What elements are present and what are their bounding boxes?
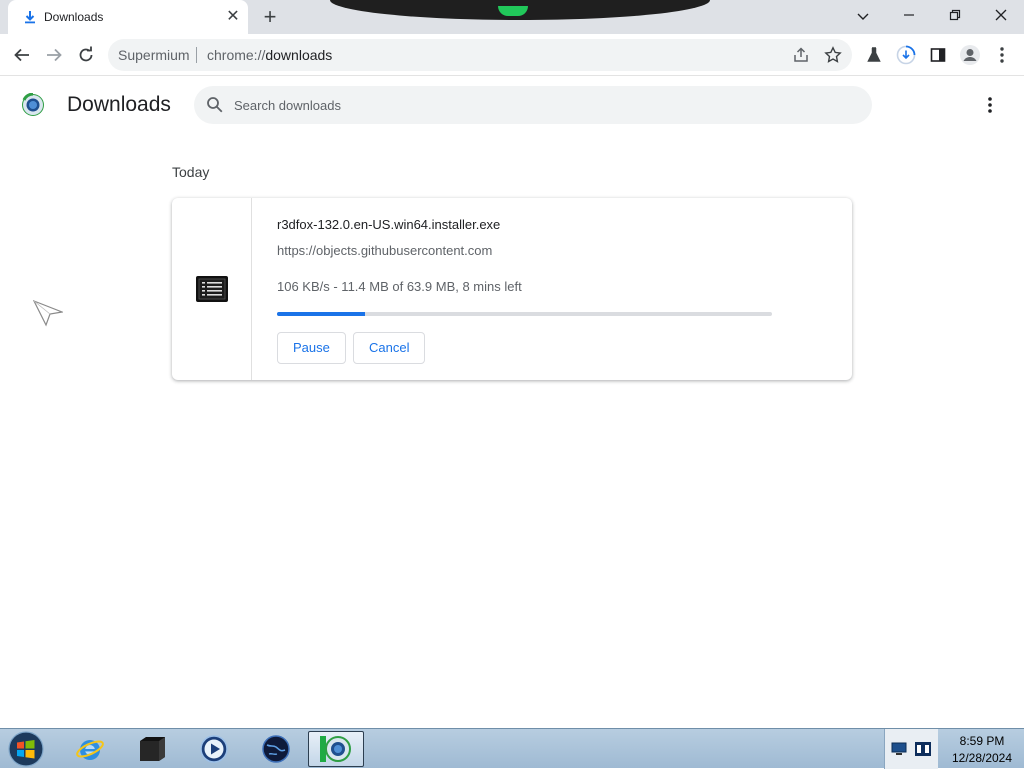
side-panel-button[interactable] xyxy=(926,43,950,67)
taskbar-terminal[interactable] xyxy=(124,731,180,767)
source-url-link[interactable]: https://objects.githubusercontent.com xyxy=(277,243,492,258)
file-icon-column xyxy=(172,198,252,380)
search-field[interactable] xyxy=(194,86,872,124)
close-tab-button[interactable]: ✕ xyxy=(224,8,242,26)
executable-file-icon xyxy=(196,276,228,302)
supermium-logo-icon xyxy=(320,736,351,762)
more-vert-icon xyxy=(1000,47,1004,63)
clock-date[interactable]: 12/28/2024 xyxy=(944,751,1020,765)
search-input[interactable] xyxy=(232,94,832,116)
downloads-menu-button[interactable] xyxy=(978,93,1002,117)
taskbar-supermium[interactable] xyxy=(308,731,364,767)
new-tab-button[interactable]: + xyxy=(258,5,282,29)
supermium-logo-icon xyxy=(21,92,45,117)
address-bar[interactable]: Supermium chrome://downloads xyxy=(108,39,852,71)
file-name-link[interactable]: r3dfox-132.0.en-US.win64.installer.exe xyxy=(277,217,500,232)
profile-button[interactable] xyxy=(958,43,982,67)
progress-fill xyxy=(277,312,366,316)
windows-start-icon xyxy=(8,731,44,767)
tab-downloads[interactable]: Downloads ✕ xyxy=(8,0,248,34)
flask-icon xyxy=(867,47,881,62)
back-button[interactable] xyxy=(10,43,34,67)
desktop-wallpaper xyxy=(330,0,710,20)
downloads-toolbar-button[interactable] xyxy=(894,43,918,67)
browser-menu-button[interactable] xyxy=(990,43,1014,67)
bookmark-star-icon[interactable] xyxy=(824,46,842,64)
arrow-right-icon xyxy=(47,48,62,62)
more-vert-icon xyxy=(988,97,992,113)
internet-explorer-icon xyxy=(76,740,104,760)
search-icon xyxy=(206,96,224,114)
url-text[interactable]: chrome://downloads xyxy=(207,47,332,63)
arrow-left-icon xyxy=(14,48,29,62)
pause-button[interactable]: Pause xyxy=(277,332,346,364)
reload-icon xyxy=(79,46,93,62)
tab-title: Downloads xyxy=(44,10,104,24)
taskbar-media-player[interactable] xyxy=(186,731,242,767)
avatar-icon xyxy=(960,45,980,65)
download-status: 106 KB/s - 11.4 MB of 63.9 MB, 8 mins le… xyxy=(277,279,522,294)
download-progress-bar xyxy=(277,312,772,316)
system-tray: 8:59 PM 12/28/2024 xyxy=(884,729,1024,769)
tab-search-button[interactable] xyxy=(850,5,876,27)
browser-toolbar: Supermium chrome://downloads xyxy=(0,34,1024,76)
cancel-button[interactable]: Cancel xyxy=(353,332,426,364)
labs-button[interactable] xyxy=(862,43,886,67)
download-item: r3dfox-132.0.en-US.win64.installer.exe h… xyxy=(172,198,852,380)
windows-taskbar: 8:59 PM 12/28/2024 xyxy=(0,728,1024,769)
network-icon xyxy=(891,742,907,755)
close-window-button[interactable] xyxy=(988,5,1014,27)
taskbar-internet-explorer[interactable] xyxy=(62,731,118,767)
tab-strip: Downloads ✕ + xyxy=(0,0,1024,34)
page-title: Downloads xyxy=(67,93,171,116)
restore-button[interactable] xyxy=(942,5,968,27)
clock-time[interactable]: 8:59 PM xyxy=(944,734,1020,748)
globe-icon xyxy=(262,735,290,763)
site-chip[interactable]: Supermium xyxy=(118,47,190,63)
mouse-pointer-icon xyxy=(32,299,65,327)
download-progress-icon xyxy=(896,45,916,65)
action-center-icon xyxy=(915,742,931,756)
downloads-header: Downloads xyxy=(0,77,1024,133)
minimize-button[interactable] xyxy=(896,5,922,27)
download-icon xyxy=(22,9,38,25)
forward-button[interactable] xyxy=(42,43,66,67)
share-icon[interactable] xyxy=(792,46,810,64)
taskbar-globe-browser[interactable] xyxy=(248,731,304,767)
side-panel-icon xyxy=(930,48,946,62)
tray-icons xyxy=(884,729,938,769)
address-separator xyxy=(196,47,197,63)
terminal-icon xyxy=(140,737,165,761)
reload-button[interactable] xyxy=(74,43,98,67)
date-section-label: Today xyxy=(172,164,210,180)
start-button[interactable] xyxy=(4,730,48,768)
media-player-icon xyxy=(200,735,228,763)
